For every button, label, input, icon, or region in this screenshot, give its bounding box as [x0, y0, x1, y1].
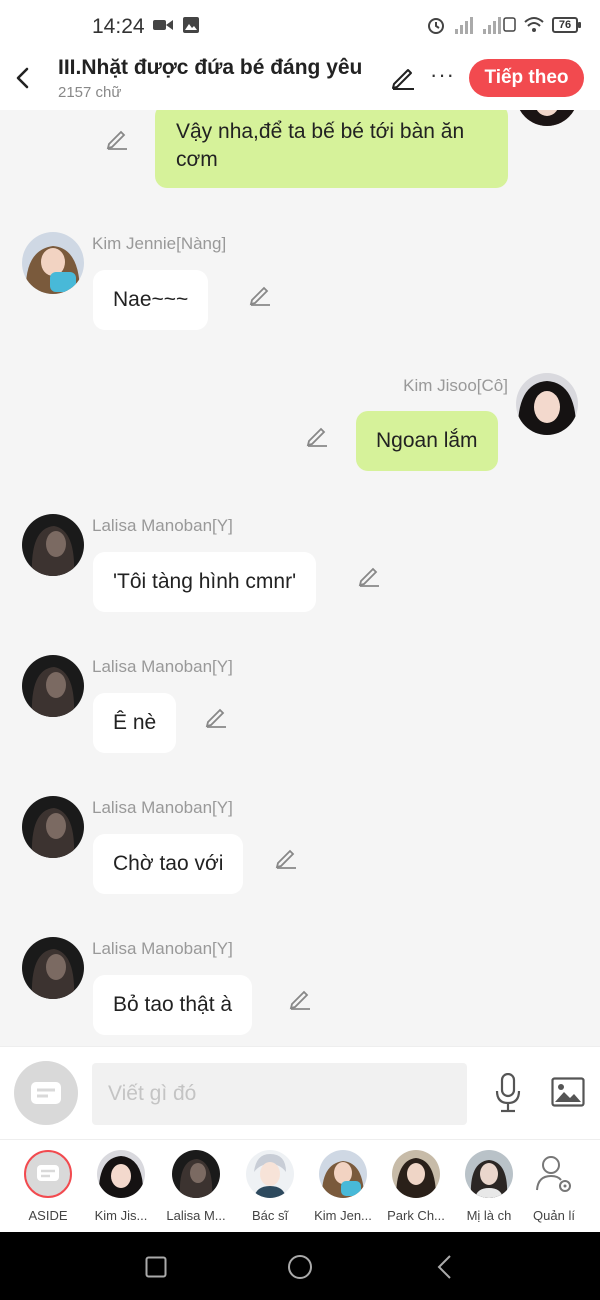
back-arrow-icon[interactable]: [12, 64, 34, 92]
avatar[interactable]: [22, 937, 84, 999]
aside-toggle-button[interactable]: [14, 1061, 78, 1125]
character-kim-jisoo[interactable]: Kim Jis...: [84, 1150, 158, 1223]
message-bubble[interactable]: Ê nè: [93, 693, 177, 753]
back-nav-icon[interactable]: [435, 1254, 455, 1280]
edit-pencil-icon[interactable]: [105, 126, 129, 150]
edit-pencil-icon[interactable]: [390, 64, 416, 90]
sender-name: Lalisa Manoban[Y]: [92, 798, 233, 817]
character-label: Kim Jen...: [314, 1208, 372, 1223]
avatar: [392, 1150, 440, 1198]
edit-pencil-icon[interactable]: [288, 986, 312, 1010]
message-bubble[interactable]: Bỏ tao thật à: [93, 975, 253, 1035]
page-title: III.Nhặt được đứa bé đáng yêu: [58, 56, 363, 79]
character-label: Lalisa M...: [166, 1208, 226, 1223]
word-count: 2157 chữ: [58, 84, 122, 101]
sender-name: Lalisa Manoban[Y]: [92, 516, 233, 535]
edit-pencil-icon[interactable]: [274, 845, 298, 869]
character-label: ASIDE: [28, 1208, 68, 1223]
edit-pencil-icon[interactable]: [357, 563, 381, 587]
sender-name: Kim Jisoo[Cô]: [403, 376, 508, 395]
message-bubble[interactable]: Vậy nha,để ta bế bé tới bàn ăn cơm: [155, 110, 508, 188]
avatar[interactable]: [516, 110, 578, 126]
chat-area[interactable]: Vậy nha,để ta bế bé tới bàn ăn cơm Kim J…: [0, 110, 600, 1046]
character-label: Park Ch...: [387, 1208, 445, 1223]
edit-pencil-icon[interactable]: [305, 423, 329, 447]
user-settings-icon: [530, 1150, 578, 1198]
recent-apps-icon[interactable]: [145, 1256, 167, 1278]
avatar: [97, 1150, 145, 1198]
edit-pencil-icon[interactable]: [204, 704, 228, 728]
message-text: Vậy nha,để ta bế bé tới bàn ăn: [176, 120, 465, 143]
message-input[interactable]: [92, 1063, 467, 1125]
signal-lte-icon: [483, 17, 516, 34]
message-bubble[interactable]: Nae~~~: [93, 270, 209, 330]
character-bar: ASIDE Kim Jis... Lalisa M... Bác sĩ Kim …: [0, 1139, 600, 1232]
microphone-icon[interactable]: [494, 1073, 522, 1113]
avatar: [319, 1150, 367, 1198]
battery-icon: 76: [552, 17, 581, 33]
input-bar: [0, 1046, 600, 1139]
character-mi-la-ch[interactable]: Mị là ch: [452, 1150, 526, 1223]
avatar[interactable]: [22, 232, 84, 294]
home-icon[interactable]: [287, 1254, 313, 1280]
character-label: Mị là ch: [466, 1208, 512, 1223]
avatar: [246, 1150, 294, 1198]
chat-bubble-icon: [31, 1082, 61, 1104]
status-bar: 14:24 76: [0, 0, 600, 52]
wifi-icon: [524, 17, 544, 32]
avatar: [465, 1150, 513, 1198]
more-options-icon[interactable]: ···: [430, 64, 455, 86]
character-label: Bác sĩ: [251, 1208, 289, 1223]
chat-header: III.Nhặt được đứa bé đáng yêu 2157 chữ ·…: [0, 52, 600, 110]
message-bubble[interactable]: 'Tôi tàng hình cmnr': [93, 552, 317, 612]
character-lalisa[interactable]: Lalisa M...: [159, 1150, 233, 1223]
sender-name: Kim Jennie[Nàng]: [92, 234, 227, 253]
aside-icon: [24, 1150, 72, 1198]
character-manage[interactable]: Quản lí: [517, 1150, 591, 1223]
sender-name: Lalisa Manoban[Y]: [92, 939, 233, 958]
message-bubble[interactable]: Chờ tao với: [93, 834, 244, 894]
edit-pencil-icon[interactable]: [248, 282, 272, 306]
image-upload-icon[interactable]: [551, 1077, 585, 1107]
alarm-icon: [428, 18, 444, 34]
message-text: cơm: [176, 148, 218, 171]
character-bac-si[interactable]: Bác sĩ: [233, 1150, 307, 1223]
avatar[interactable]: [22, 655, 84, 717]
character-aside[interactable]: ASIDE: [11, 1150, 85, 1223]
message-bubble[interactable]: Ngoan lắm: [356, 411, 498, 471]
character-label: Quản lí: [533, 1208, 575, 1223]
avatar: [172, 1150, 220, 1198]
character-park-chaeyoung[interactable]: Park Ch...: [379, 1150, 453, 1223]
avatar[interactable]: [22, 796, 84, 858]
sender-name: Lalisa Manoban[Y]: [92, 657, 233, 676]
next-button[interactable]: Tiếp theo: [469, 59, 584, 97]
status-time: 14:24: [92, 15, 145, 38]
character-label: Kim Jis...: [94, 1208, 148, 1223]
avatar[interactable]: [22, 514, 84, 576]
video-camera-icon: [153, 20, 173, 30]
system-nav-bar: [0, 1232, 600, 1300]
image-icon: [183, 17, 199, 33]
avatar[interactable]: [516, 373, 578, 435]
signal-icon: [455, 17, 473, 34]
character-kim-jennie[interactable]: Kim Jen...: [306, 1150, 380, 1223]
